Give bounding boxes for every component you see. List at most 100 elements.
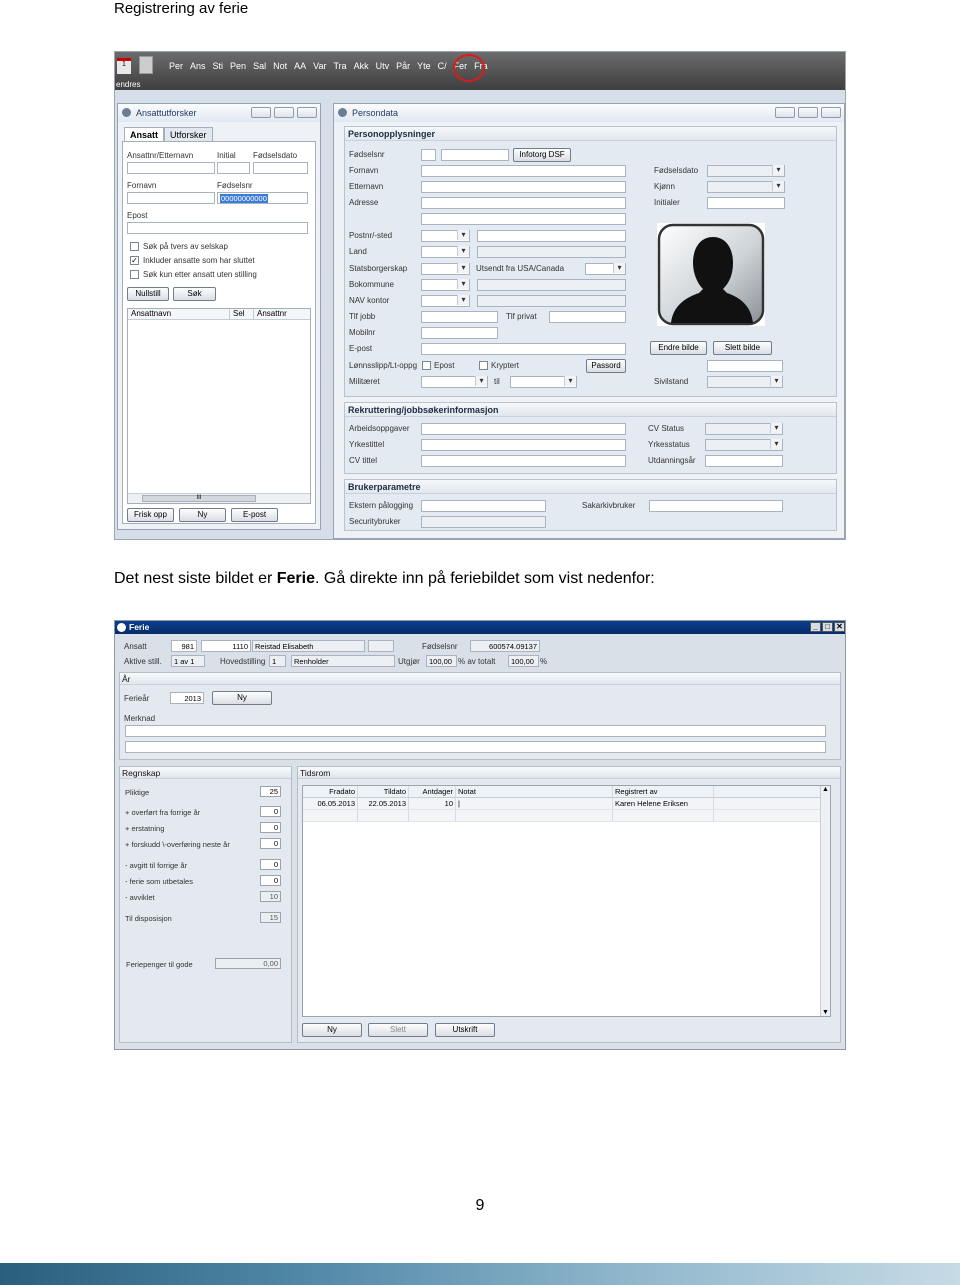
epost-input[interactable] (127, 222, 308, 234)
initialer-input[interactable] (707, 197, 785, 209)
menu-item-pen[interactable]: Pen (230, 61, 246, 71)
statsborgerskap-dropdown[interactable] (421, 263, 470, 275)
close-button[interactable]: ✕ (834, 622, 845, 632)
cv-status-dropdown[interactable] (705, 423, 783, 435)
adresse-input[interactable] (421, 197, 626, 209)
menu-item-sti[interactable]: Sti (213, 61, 224, 71)
epost-input[interactable] (421, 343, 626, 355)
menu-item-tra[interactable]: Tra (333, 61, 346, 71)
tlf-jobb-input[interactable] (421, 311, 498, 323)
menu-item-per[interactable]: Per (169, 61, 183, 71)
passord-button[interactable]: Passord (586, 359, 626, 373)
yrkestittel-input[interactable] (421, 439, 626, 451)
merknad-input-2[interactable] (125, 741, 826, 753)
land-dropdown[interactable] (421, 246, 470, 258)
pliktige-field[interactable]: 25 (260, 786, 281, 797)
fodselsnr-input[interactable] (441, 149, 509, 161)
close-button[interactable] (821, 107, 841, 118)
ansatt-nr-field[interactable]: 981 (171, 640, 197, 652)
vertical-scrollbar[interactable]: ▲ ▼ (820, 786, 830, 1016)
column-header[interactable]: Fradato (303, 786, 358, 797)
tab-ansatt[interactable]: Ansatt (124, 127, 165, 141)
forskudd-field[interactable]: 0 (260, 838, 281, 849)
antdager-cell[interactable]: 10 (409, 798, 456, 809)
nav-kontor-dropdown[interactable] (421, 295, 470, 307)
ny-button[interactable]: Ny (302, 1023, 362, 1037)
tlf-privat-input[interactable] (549, 311, 626, 323)
kjonn-dropdown[interactable] (707, 181, 785, 193)
menu-item-utv[interactable]: Utv (376, 61, 390, 71)
column-header[interactable]: Ansattnavn (128, 309, 230, 319)
fodselsdato-dropdown[interactable] (707, 165, 785, 177)
postnr-dropdown[interactable] (421, 230, 470, 242)
maximize-button[interactable]: □ (822, 622, 833, 632)
poststed-input[interactable] (477, 230, 626, 242)
fradato-cell[interactable]: 06.05.2013 (303, 798, 358, 809)
menu-item-c[interactable]: C/ (438, 61, 447, 71)
table-row[interactable]: 06.05.2013 22.05.2013 10 | Karen Helene … (303, 798, 830, 810)
kryptert-checkbox[interactable] (479, 361, 488, 370)
menu-item-ans[interactable]: Ans (190, 61, 206, 71)
utdanningsar-input[interactable] (705, 455, 783, 467)
overfort-field[interactable]: 0 (260, 806, 281, 817)
tildato-cell[interactable]: 22.05.2013 (358, 798, 409, 809)
menu-item-sal[interactable]: Sal (253, 61, 266, 71)
sakarkivbruker-input[interactable] (649, 500, 783, 512)
frisk-opp-button[interactable]: Frisk opp (127, 508, 174, 522)
epost-button[interactable]: E-post (231, 508, 278, 522)
minimize-button[interactable]: _ (810, 622, 821, 632)
ansattnr-input[interactable] (127, 162, 215, 174)
maximize-button[interactable] (274, 107, 294, 118)
checkbox-tvers-selskap[interactable] (130, 242, 139, 251)
photo-info-input[interactable] (707, 360, 783, 372)
ny-ar-button[interactable]: Ny (212, 691, 272, 705)
epost-checkbox[interactable] (422, 361, 431, 370)
horizontal-scrollbar[interactable]: III (128, 493, 310, 503)
militaeret-til-dropdown[interactable] (510, 376, 577, 388)
ansatt-list[interactable]: Ansattnavn Sel Ansattnr III (127, 308, 311, 504)
table-row-empty[interactable] (303, 810, 830, 822)
calculator-icon[interactable] (139, 56, 153, 74)
adresse2-input[interactable] (421, 213, 626, 225)
scroll-down-icon[interactable]: ▼ (821, 1009, 830, 1016)
menu-item-not[interactable]: Not (273, 61, 287, 71)
menu-item-akk[interactable]: Akk (354, 61, 369, 71)
column-header[interactable]: Sel (230, 309, 254, 319)
nullstill-button[interactable]: Nullstill (127, 287, 169, 301)
utskrift-button[interactable]: Utskrift (435, 1023, 495, 1037)
column-header[interactable]: Registrert av (613, 786, 714, 797)
column-header[interactable]: Antdager (409, 786, 456, 797)
notat-cell[interactable]: | (456, 798, 613, 809)
erstatning-field[interactable]: 0 (260, 822, 281, 833)
avgitt-field[interactable]: 0 (260, 859, 281, 870)
ny-button[interactable]: Ny (179, 508, 226, 522)
sivilstand-dropdown[interactable] (707, 376, 783, 388)
mobilnr-input[interactable] (421, 327, 498, 339)
etternavn-input[interactable] (421, 181, 626, 193)
utbetales-field[interactable]: 0 (260, 875, 281, 886)
merknad-input-1[interactable] (125, 725, 826, 737)
column-header[interactable]: Notat (456, 786, 613, 797)
minimize-button[interactable] (251, 107, 271, 118)
infotorg-dsf-button[interactable]: Infotorg DSF (513, 148, 571, 162)
minimize-button[interactable] (775, 107, 795, 118)
cv-tittel-input[interactable] (421, 455, 626, 467)
checkbox-uten-stilling[interactable] (130, 270, 139, 279)
fodselsnr-prefix-input[interactable] (421, 149, 436, 161)
fornavn-input[interactable] (127, 192, 215, 204)
column-header[interactable]: Tildato (358, 786, 409, 797)
column-header[interactable]: Ansattnr (254, 309, 310, 319)
slett-button[interactable]: Slett (368, 1023, 428, 1037)
slett-bilde-button[interactable]: Slett bilde (713, 341, 772, 355)
arbeidsoppgaver-input[interactable] (421, 423, 626, 435)
utsendt-dropdown[interactable] (585, 263, 626, 275)
ansatt-id-field[interactable]: 1110 (201, 640, 251, 652)
yrkesstatus-dropdown[interactable] (705, 439, 783, 451)
militaeret-fra-dropdown[interactable] (421, 376, 488, 388)
registrert-av-cell[interactable]: Karen Helene Eriksen (613, 798, 714, 809)
sok-button[interactable]: Søk (173, 287, 216, 301)
initial-input[interactable] (217, 162, 250, 174)
endre-bilde-button[interactable]: Endre bilde (650, 341, 707, 355)
scroll-up-icon[interactable]: ▲ (821, 786, 830, 793)
tab-utforsker[interactable]: Utforsker (164, 127, 213, 141)
